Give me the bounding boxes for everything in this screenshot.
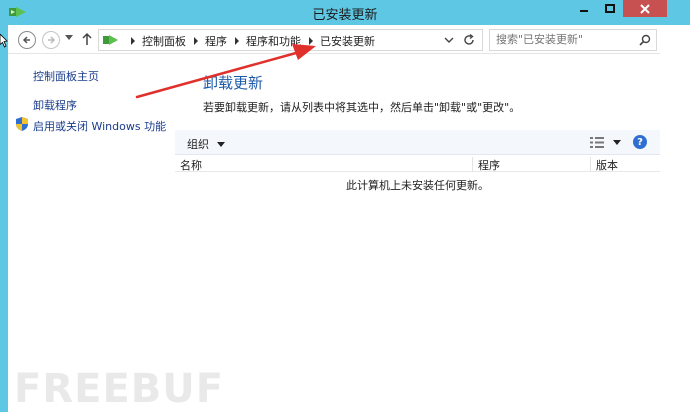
breadcrumb-separator[interactable]: [235, 37, 239, 45]
organize-menu-button[interactable]: 组织: [187, 136, 225, 152]
control-panel-home-link[interactable]: 控制面板主页: [33, 68, 99, 84]
search-icon[interactable]: [639, 34, 651, 46]
chevron-down-icon: [217, 141, 225, 147]
breadcrumb-control-panel[interactable]: 控制面板: [142, 33, 186, 49]
breadcrumb-programs[interactable]: 程序: [205, 33, 227, 49]
refresh-icon[interactable]: [462, 33, 476, 47]
navigation-bar: 控制面板 程序 程序和功能 已安装更新: [8, 25, 660, 54]
breadcrumb-installed-updates[interactable]: 已安装更新: [320, 33, 375, 49]
column-header-program[interactable]: 程序: [473, 157, 591, 172]
recent-locations-dropdown-icon[interactable]: [65, 35, 73, 41]
back-arrow-icon: [22, 36, 30, 44]
breadcrumb: 控制面板 程序 程序和功能 已安装更新: [123, 33, 375, 49]
forward-arrow-icon: [48, 36, 56, 44]
uninstall-program-link[interactable]: 卸载程序: [33, 97, 77, 113]
column-header-version[interactable]: 版本: [591, 157, 660, 172]
help-icon[interactable]: ?: [633, 135, 647, 149]
breadcrumb-separator[interactable]: [194, 37, 198, 45]
close-button[interactable]: [623, 0, 667, 17]
organize-label: 组织: [187, 138, 209, 151]
address-bar[interactable]: 控制面板 程序 程序和功能 已安装更新: [98, 29, 483, 51]
window-client-area: [8, 25, 660, 412]
forward-button[interactable]: [42, 31, 60, 49]
shield-icon: [16, 117, 28, 131]
view-options-icon[interactable]: [590, 137, 604, 148]
column-header-name[interactable]: 名称: [175, 157, 473, 172]
close-icon: [640, 3, 650, 14]
empty-list-message: 此计算机上未安装任何更新。: [346, 179, 489, 192]
breadcrumb-separator[interactable]: [309, 37, 313, 45]
page-description: 若要卸载更新，请从列表中将其选中，然后单击"卸载"或"更改"。: [203, 101, 521, 114]
back-button[interactable]: [18, 31, 36, 49]
desktop-background: [660, 25, 690, 412]
windows-features-link[interactable]: 启用或关闭 Windows 功能: [33, 118, 166, 134]
minimize-icon: [580, 9, 588, 12]
breadcrumb-programs-features[interactable]: 程序和功能: [246, 33, 301, 49]
control-panel-icon: [103, 35, 118, 45]
maximize-icon: [605, 3, 615, 13]
maximize-button[interactable]: [597, 0, 623, 17]
command-toolbar: 组织 ?: [175, 130, 660, 155]
search-input[interactable]: [496, 33, 636, 46]
breadcrumb-separator[interactable]: [131, 37, 135, 45]
column-header-row: 名称 程序 版本: [175, 156, 660, 172]
mouse-cursor-icon: [0, 34, 8, 48]
watermark: FREEBUF: [14, 366, 225, 412]
minimize-button[interactable]: [571, 0, 597, 17]
address-dropdown-icon[interactable]: [444, 35, 454, 45]
search-box[interactable]: [489, 29, 657, 51]
view-dropdown-icon[interactable]: [613, 140, 621, 145]
page-title: 卸载更新: [203, 74, 264, 92]
up-arrow-icon[interactable]: [82, 32, 92, 46]
title-bar[interactable]: 已安装更新: [0, 0, 690, 25]
